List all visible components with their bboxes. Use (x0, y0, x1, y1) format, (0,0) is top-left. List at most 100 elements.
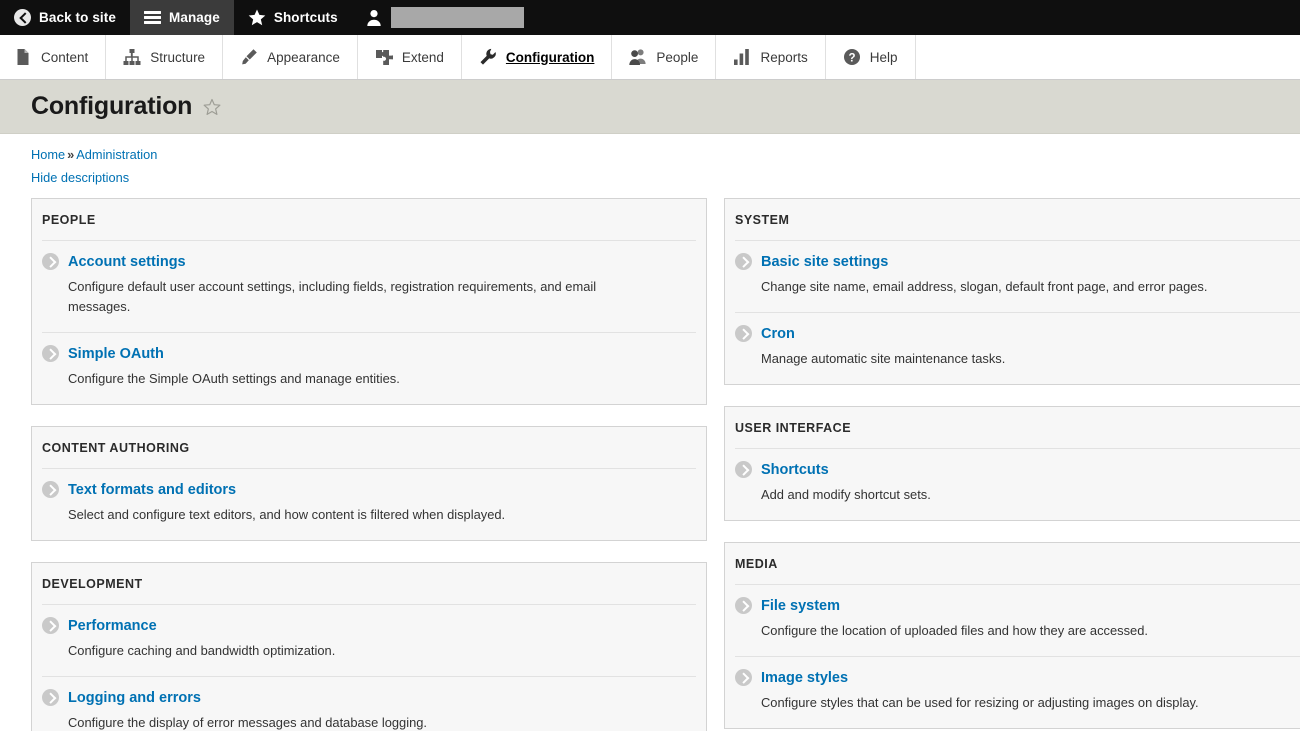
config-entry-description: Add and modify shortcut sets. (761, 487, 931, 502)
config-entry: Logging and errors Configure the display … (42, 676, 696, 731)
config-entry-description: Configure caching and bandwidth optimiza… (68, 643, 336, 658)
config-entry-link[interactable]: File system (735, 597, 1300, 614)
config-entry: Cron Manage automatic site maintenance ta… (735, 312, 1300, 384)
breadcrumb: Home» Administration (0, 134, 1300, 162)
config-entry-label: File system (761, 597, 840, 614)
hide-descriptions-link[interactable]: Hide descriptions (31, 170, 129, 185)
config-section-body: Basic site settings Change site name, ema… (725, 240, 1300, 384)
config-entry-link[interactable]: Cron (735, 325, 1300, 342)
menu-item-content[interactable]: Content (0, 35, 107, 79)
shortcuts-label: Shortcuts (273, 10, 338, 25)
menu-label: Extend (401, 49, 444, 65)
config-entry: Basic site settings Change site name, ema… (735, 240, 1300, 312)
config-entry-description: Configure the location of uploaded files… (761, 623, 1148, 638)
chevron-right-icon (42, 481, 59, 498)
left-column: PEOPLE Account settings Configure default … (31, 198, 707, 731)
config-section-card: USER INTERFACE Shortcuts Add and modify sh… (724, 406, 1300, 521)
config-entry-link[interactable]: Basic site settings (735, 253, 1300, 270)
menu-label: Help (869, 49, 898, 65)
config-entry-description: Configure the Simple OAuth settings and … (68, 371, 400, 386)
config-section-body: Text formats and editors Select and confi… (32, 468, 706, 540)
chevron-right-icon (735, 461, 752, 478)
user-account-tab[interactable] (352, 0, 534, 35)
menu-label: Reports (760, 49, 808, 65)
shortcuts-tab[interactable]: Shortcuts (234, 0, 352, 35)
config-entry-link[interactable]: Shortcuts (735, 461, 1300, 478)
config-entry: Shortcuts Add and modify shortcut sets. (735, 448, 1300, 520)
config-section-body: File system Configure the location of upl… (725, 584, 1300, 728)
config-entry-description: Select and configure text editors, and h… (68, 507, 506, 522)
config-entry-label: Simple OAuth (68, 345, 164, 362)
wrench-icon (480, 48, 496, 65)
menu-label: Content (41, 49, 89, 65)
sitemap-icon (123, 49, 141, 65)
chevron-right-icon (42, 617, 59, 634)
config-entry-label: Cron (761, 325, 795, 342)
config-entry-label: Image styles (761, 669, 849, 686)
config-section-card: MEDIA File system Configure the location o… (724, 542, 1300, 729)
question-icon: ? (843, 49, 860, 65)
config-entry: Simple OAuth Configure the Simple OAuth s… (42, 332, 696, 404)
star-icon (248, 9, 266, 26)
config-section-card: CONTENT AUTHORING Text formats and editor… (31, 426, 707, 541)
menu-item-people[interactable]: People (612, 35, 717, 79)
config-entry-link[interactable]: Performance (42, 617, 696, 634)
config-entry-label: Account settings (68, 253, 186, 270)
config-section-card: PEOPLE Account settings Configure default … (31, 198, 707, 405)
config-entry-label: Shortcuts (761, 461, 829, 478)
right-column: SYSTEM Basic site settings Change site nam… (724, 198, 1300, 731)
admin-menu-bar: Content Structure Appearance Extend Conf… (0, 35, 1300, 80)
config-entry-description: Change site name, email address, slogan,… (761, 279, 1208, 294)
admin-toolbar: Back to site Manage Shortcuts (0, 0, 1300, 35)
config-entry: Image styles Configure styles that can be… (735, 656, 1300, 728)
chevron-right-icon (735, 597, 752, 614)
config-section-card: DEVELOPMENT Performance Configure caching … (31, 562, 707, 731)
config-entry: Performance Configure caching and bandwid… (42, 604, 696, 676)
chevron-right-icon (42, 689, 59, 706)
config-section-body: Account settings Configure default user a… (32, 240, 706, 404)
config-entry: Account settings Configure default user a… (42, 240, 696, 332)
config-section-body: Performance Configure caching and bandwid… (32, 604, 706, 731)
config-entry-link[interactable]: Logging and errors (42, 689, 696, 706)
circle-left-arrow-icon (14, 9, 31, 26)
breadcrumb-administration[interactable]: Administration (76, 147, 157, 162)
config-entry-label: Basic site settings (761, 253, 889, 270)
person-icon (367, 10, 381, 26)
puzzle-icon (375, 50, 393, 65)
chevron-right-icon (735, 669, 752, 686)
config-entry-label: Performance (68, 617, 157, 634)
document-icon (17, 49, 29, 65)
chevron-right-icon (42, 253, 59, 270)
config-entry-link[interactable]: Simple OAuth (42, 345, 696, 362)
manage-tab[interactable]: Manage (129, 0, 234, 35)
config-entry-link[interactable]: Account settings (42, 253, 696, 270)
menu-item-reports[interactable]: Reports (716, 35, 826, 79)
config-entry-link[interactable]: Text formats and editors (42, 481, 696, 498)
back-to-site-button[interactable]: Back to site (0, 0, 130, 35)
paintbrush-icon (242, 49, 257, 65)
config-section-heading: DEVELOPMENT (42, 577, 143, 591)
menu-label: Configuration (505, 49, 595, 65)
menu-label: Structure (150, 49, 206, 65)
chevron-right-icon (735, 325, 752, 342)
config-entry-description: Configure styles that can be used for re… (761, 695, 1199, 710)
menu-item-appearance[interactable]: Appearance (223, 35, 358, 79)
menu-item-extend[interactable]: Extend (358, 35, 462, 79)
people-icon (629, 49, 647, 65)
page-title: Configuration (31, 92, 193, 120)
config-entry-description: Configure default user account settings,… (68, 279, 597, 314)
hide-descriptions-row: Hide descriptions (0, 162, 1300, 185)
star-outline-icon[interactable] (203, 98, 221, 116)
menu-item-help[interactable]: ? Help (826, 35, 916, 79)
menu-item-configuration[interactable]: Configuration (462, 35, 613, 79)
config-entry-link[interactable]: Image styles (735, 669, 1300, 686)
chevron-right-icon (735, 253, 752, 270)
configuration-panels: PEOPLE Account settings Configure default … (0, 185, 1300, 731)
config-entry-description: Manage automatic site maintenance tasks. (761, 351, 1006, 366)
menu-item-structure[interactable]: Structure (106, 35, 224, 79)
breadcrumb-home[interactable]: Home (31, 147, 65, 162)
config-section-heading: SYSTEM (735, 213, 790, 227)
config-entry: File system Configure the location of upl… (735, 584, 1300, 656)
config-section-heading: PEOPLE (42, 213, 96, 227)
manage-label: Manage (168, 10, 220, 25)
